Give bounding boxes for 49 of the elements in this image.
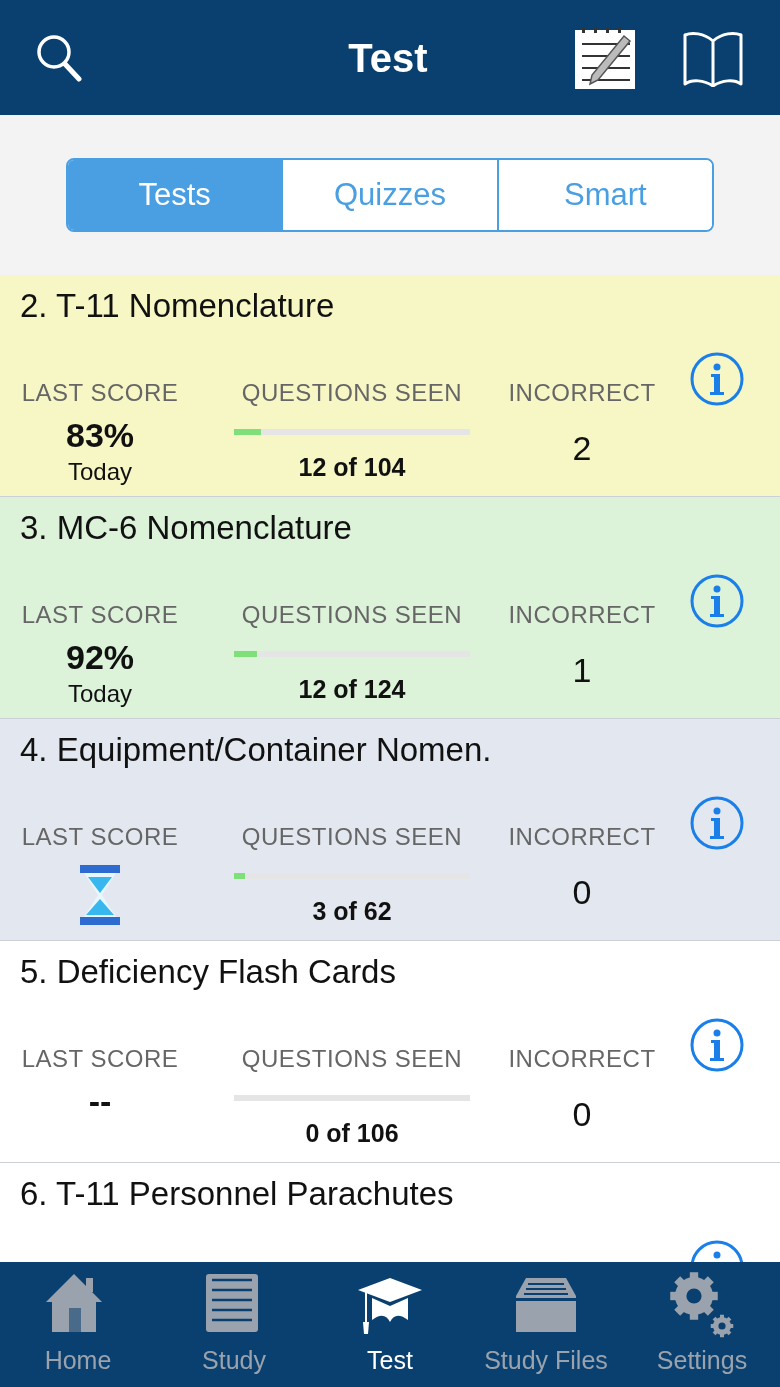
stat-label: LAST SCORE [21, 377, 179, 408]
questions-seen-count: 12 of 104 [298, 451, 406, 483]
stat-label: INCORRECT [508, 377, 656, 408]
questions-seen-count: 3 of 62 [312, 895, 392, 927]
questions-seen-count: 0 of 106 [305, 1117, 399, 1149]
tab-bar-item[interactable]: Settings [624, 1262, 780, 1387]
info-icon[interactable] [690, 352, 744, 406]
info-icon[interactable] [690, 796, 744, 850]
stat-label: LAST SCORE [21, 599, 179, 630]
incorrect-count: 0 [572, 1093, 592, 1135]
stat-label: LAST SCORE [21, 1043, 179, 1074]
incorrect-count: 0 [572, 871, 592, 913]
test-card[interactable]: 2. T-11 Nomenclature LAST SCORE 83% Today QUESTIONS SEEN 12 of 104 INCORRECT 2 [0, 275, 780, 497]
stat-label: INCORRECT [508, 821, 656, 852]
info-icon[interactable] [690, 1018, 744, 1072]
segment-tab[interactable]: Tests [68, 160, 282, 230]
tab-bar-item[interactable]: Study [156, 1262, 312, 1387]
test-title: 4. Equipment/Container Nomen. [20, 730, 492, 770]
segment-tab[interactable]: Smart [496, 160, 712, 230]
score-date: Today [67, 456, 132, 487]
stat-label: INCORRECT [508, 1043, 656, 1074]
score-value: 83% [65, 416, 135, 454]
test-title: 3. MC-6 Nomenclature [20, 508, 352, 548]
questions-seen-count: 12 of 124 [298, 673, 406, 705]
test-title: 6. T-11 Personnel Parachutes [20, 1174, 454, 1214]
score-value: 92% [65, 638, 135, 676]
hourglass-icon [78, 864, 122, 925]
info-icon[interactable] [690, 574, 744, 628]
page-title: Test [347, 34, 429, 82]
test-title: 5. Deficiency Flash Cards [20, 952, 396, 992]
stat-label: QUESTIONS SEEN [241, 377, 463, 408]
stat-label: QUESTIONS SEEN [241, 1043, 463, 1074]
stat-label: QUESTIONS SEEN [241, 821, 463, 852]
stat-label: QUESTIONS SEEN [241, 599, 463, 630]
test-title: 2. T-11 Nomenclature [20, 286, 335, 326]
test-card[interactable]: 4. Equipment/Container Nomen. LAST SCORE QUESTIONS SEEN 3 of 62 INCORRECT 0 [0, 719, 780, 941]
stat-label: INCORRECT [508, 599, 656, 630]
tab-bar-item[interactable]: Study Files [468, 1262, 624, 1387]
stat-label: LAST SCORE [21, 821, 179, 852]
notepad-icon[interactable] [574, 25, 636, 90]
incorrect-count: 2 [572, 427, 592, 469]
gears-icon [668, 1269, 736, 1338]
score-value: -- [88, 1082, 112, 1120]
test-card[interactable]: 3. MC-6 Nomenclature LAST SCORE 92% Today QUESTIONS SEEN 12 of 124 INCORRECT 1 [0, 497, 780, 719]
score-date: Today [67, 678, 132, 709]
tab-bar-item[interactable]: Test [312, 1262, 468, 1387]
search-icon[interactable] [36, 33, 82, 82]
tab-bar-item[interactable]: Home [0, 1262, 156, 1387]
incorrect-count: 1 [572, 649, 592, 691]
